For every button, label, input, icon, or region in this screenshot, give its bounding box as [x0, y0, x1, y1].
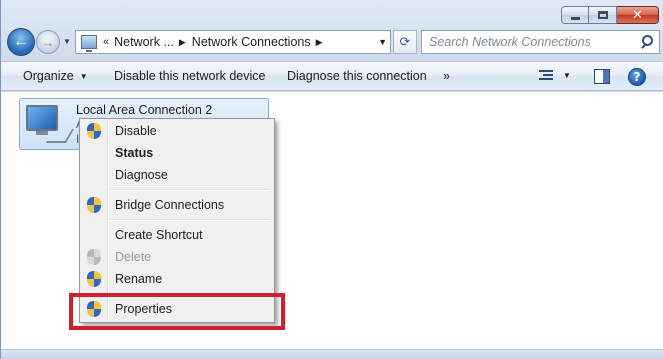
address-bar[interactable]: « Network ... ▶ Network Connections ▶ ▼ [75, 30, 391, 54]
address-dropdown-icon[interactable]: ▼ [378, 37, 387, 47]
refresh-button[interactable]: ⟳ [393, 30, 417, 54]
breadcrumb-arrow-icon[interactable]: ▶ [179, 37, 186, 48]
menu-item-status[interactable]: Status [82, 142, 272, 164]
connection-name: Local Area Connection 2 [76, 103, 213, 117]
menu-item-label: Bridge Connections [115, 198, 225, 212]
network-folder-icon [81, 35, 97, 52]
forward-button[interactable]: → [36, 30, 60, 54]
uac-shield-icon [87, 271, 101, 287]
forward-arrow-icon: → [41, 34, 55, 50]
close-button[interactable]: ✕ [617, 6, 659, 24]
organize-button[interactable]: Organize ▼ [23, 69, 88, 83]
menu-item-label: Status [115, 146, 154, 160]
preview-pane-icon[interactable] [594, 69, 610, 84]
breadcrumb-network-connections[interactable]: Network Connections [192, 35, 311, 49]
menu-item-label: Diagnose [115, 168, 168, 182]
command-bar: Organize ▼ Disable this network device Di… [1, 61, 663, 91]
menu-item-bridge-connections[interactable]: Bridge Connections [82, 194, 272, 216]
change-view-icon[interactable] [539, 70, 553, 82]
uac-shield-icon [87, 123, 101, 139]
menu-separator [110, 219, 270, 221]
help-icon[interactable]: ? [628, 68, 646, 86]
disable-device-button[interactable]: Disable this network device [114, 69, 265, 83]
organize-label: Organize [23, 69, 74, 83]
menu-item-label: Create Shortcut [115, 228, 203, 242]
caption-buttons: ✕ [561, 6, 659, 24]
maximize-button[interactable] [589, 6, 617, 24]
breadcrumb-arrow-icon[interactable]: ▶ [316, 37, 323, 48]
more-commands-button[interactable]: » [443, 69, 450, 83]
close-icon: ✕ [632, 7, 643, 23]
minimize-button[interactable] [561, 6, 589, 24]
menu-item-delete: Delete [82, 246, 272, 268]
chevron-down-icon: ▼ [79, 72, 88, 81]
status-bar [1, 349, 663, 359]
maximize-icon [597, 11, 608, 19]
navigation-bar: ← → ▼ « Network ... ▶ Network Connection… [5, 28, 660, 58]
menu-separator [110, 189, 270, 191]
views-dropdown-icon[interactable]: ▼ [563, 71, 571, 80]
recent-pages-dropdown[interactable]: ▼ [63, 37, 71, 46]
menu-item-rename[interactable]: Rename [82, 268, 272, 290]
menu-item-diagnose[interactable]: Diagnose [82, 164, 272, 186]
menu-item-label: Disable [115, 124, 157, 138]
breadcrumb-network[interactable]: Network ... [114, 35, 174, 49]
back-button[interactable]: ← [7, 28, 35, 56]
search-icon[interactable] [636, 32, 656, 52]
refresh-icon: ⟳ [399, 34, 411, 49]
menu-item-label: Rename [115, 272, 163, 286]
search-box [421, 30, 660, 54]
diagnose-connection-button[interactable]: Diagnose this connection [287, 69, 427, 83]
uac-shield-disabled-icon [87, 249, 101, 265]
menu-item-disable[interactable]: Disable [82, 120, 272, 142]
search-input[interactable] [422, 32, 636, 52]
menu-item-create-shortcut[interactable]: Create Shortcut [82, 224, 272, 246]
properties-highlight-box [69, 293, 285, 330]
menu-item-label: Delete [115, 250, 152, 264]
minimize-icon [570, 16, 580, 20]
back-arrow-icon: ← [13, 33, 29, 50]
uac-shield-icon [87, 197, 101, 213]
network-adapter-icon [24, 105, 75, 145]
address-overflow-chevron[interactable]: « [103, 36, 109, 48]
